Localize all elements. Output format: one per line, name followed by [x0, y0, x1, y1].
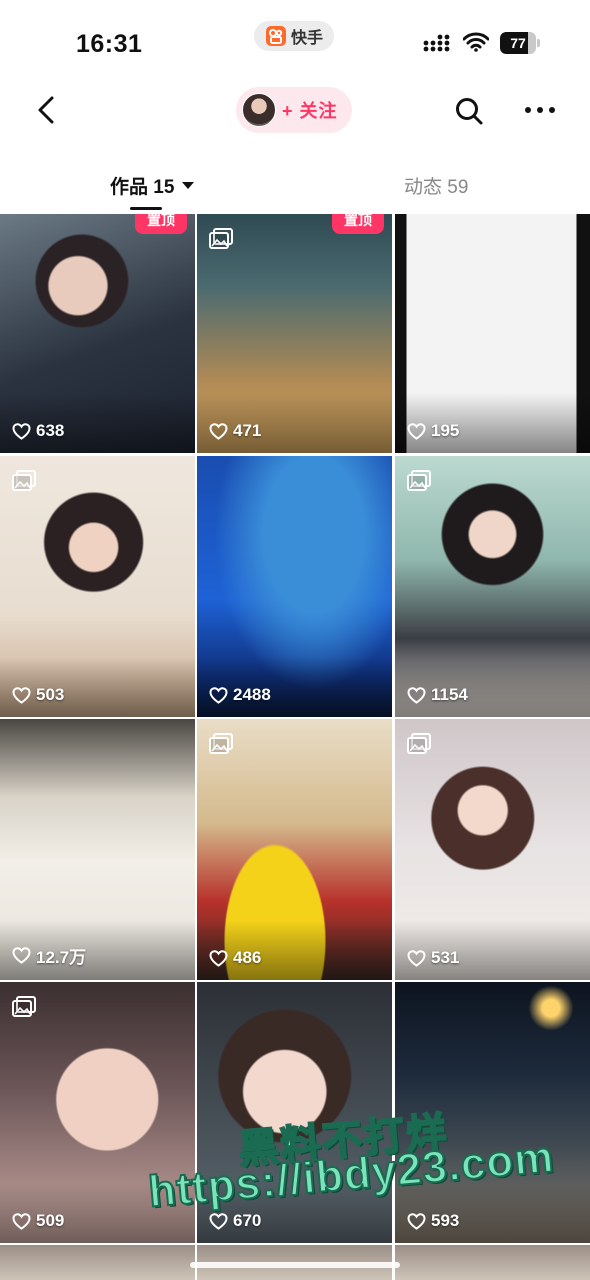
video-tile[interactable]: 638 置顶 [0, 214, 195, 453]
like-count-value: 593 [431, 1211, 460, 1230]
pinned-badge: 置顶 [135, 214, 187, 234]
heart-icon [407, 1212, 426, 1230]
heart-icon [12, 422, 31, 440]
video-tile[interactable]: 195 [395, 214, 590, 453]
back-arrow-icon[interactable] [30, 92, 66, 128]
heart-icon [407, 949, 426, 967]
tab-works[interactable]: 作品 15 [110, 170, 195, 200]
heart-icon [209, 422, 228, 440]
tab-dynamics-label: 动态 59 [404, 176, 469, 198]
follow-button[interactable]: + 关注 [236, 87, 352, 133]
video-tile[interactable]: 1154 [395, 456, 590, 717]
video-tile[interactable] [395, 1245, 590, 1280]
like-count: 593 [407, 1211, 459, 1231]
like-count: 471 [209, 421, 261, 441]
like-count: 638 [12, 421, 64, 441]
like-count-value: 638 [36, 421, 65, 440]
album-icon [209, 733, 233, 754]
video-tile[interactable]: 12.7万 [0, 719, 195, 980]
tab-works-label: 作品 15 [110, 176, 175, 198]
like-count-value: 471 [233, 421, 262, 440]
album-icon [407, 470, 431, 491]
like-count-value: 509 [36, 1211, 65, 1230]
album-icon [12, 996, 36, 1017]
video-tile[interactable]: 471 置顶 [197, 214, 392, 453]
heart-icon [209, 686, 228, 704]
like-count: 1154 [407, 685, 468, 705]
tab-dynamics[interactable]: 动态 59 [404, 170, 468, 200]
heart-icon [209, 1212, 228, 1230]
like-count: 503 [12, 685, 64, 705]
status-time: 16:31 [76, 30, 143, 58]
album-icon [12, 470, 36, 491]
video-tile[interactable] [0, 1245, 195, 1280]
like-count-value: 670 [233, 1211, 262, 1230]
wifi-icon [463, 32, 489, 52]
like-count: 670 [209, 1211, 261, 1231]
avatar[interactable] [242, 93, 276, 127]
video-thumbnail [395, 1245, 590, 1280]
like-count: 486 [209, 948, 261, 968]
like-count-value: 195 [431, 421, 460, 440]
album-icon [209, 228, 233, 249]
status-bar: 16:31 快手 77 [0, 0, 590, 80]
follow-label: + 关注 [282, 101, 338, 121]
battery-icon: 77 [500, 32, 540, 54]
heart-icon [209, 949, 228, 967]
video-tile[interactable]: 503 [0, 456, 195, 717]
video-tile[interactable]: 2488 [197, 456, 392, 717]
heart-icon [12, 1212, 31, 1230]
like-count: 531 [407, 948, 459, 968]
like-count: 195 [407, 421, 459, 441]
battery-percent: 77 [510, 35, 526, 51]
search-icon[interactable] [454, 96, 484, 126]
video-tile[interactable]: 593 [395, 982, 590, 1243]
active-tab-indicator [130, 207, 162, 210]
video-tile[interactable]: 670 [197, 982, 392, 1243]
video-thumbnail [0, 1245, 195, 1280]
kuaishou-logo-icon [265, 26, 286, 46]
like-count-value: 486 [233, 948, 262, 967]
video-tile[interactable]: 509 [0, 982, 195, 1243]
like-count: 509 [12, 1211, 64, 1231]
app-name: 快手 [290, 30, 323, 47]
signal-icon [423, 34, 450, 52]
like-count-value: 2488 [233, 685, 271, 704]
profile-nav-header: + 关注 [0, 80, 590, 142]
like-count-value: 531 [431, 948, 460, 967]
caret-down-icon[interactable] [182, 181, 195, 189]
profile-tabs: 作品 15 动态 59 [0, 160, 590, 210]
like-count-value: 1154 [431, 685, 468, 704]
heart-icon [12, 686, 31, 704]
pinned-badge: 置顶 [332, 214, 384, 234]
app-indicator-pill[interactable]: 快手 [254, 21, 334, 51]
video-grid: 638 置顶 471 置顶 195 503 2488 1154 12.7万 486 531 509 67… [0, 214, 590, 1280]
like-count: 2488 [209, 685, 271, 705]
more-dots-icon[interactable] [522, 98, 558, 122]
heart-icon [12, 947, 31, 964]
heart-icon [407, 422, 426, 440]
album-icon [407, 733, 431, 754]
video-tile[interactable]: 531 [395, 719, 590, 980]
heart-icon [407, 686, 426, 704]
home-indicator[interactable] [190, 1262, 400, 1268]
like-count-value: 12.7万 [36, 948, 87, 967]
like-count: 12.7万 [12, 943, 86, 968]
video-tile[interactable]: 486 [197, 719, 392, 980]
like-count-value: 503 [36, 685, 65, 704]
